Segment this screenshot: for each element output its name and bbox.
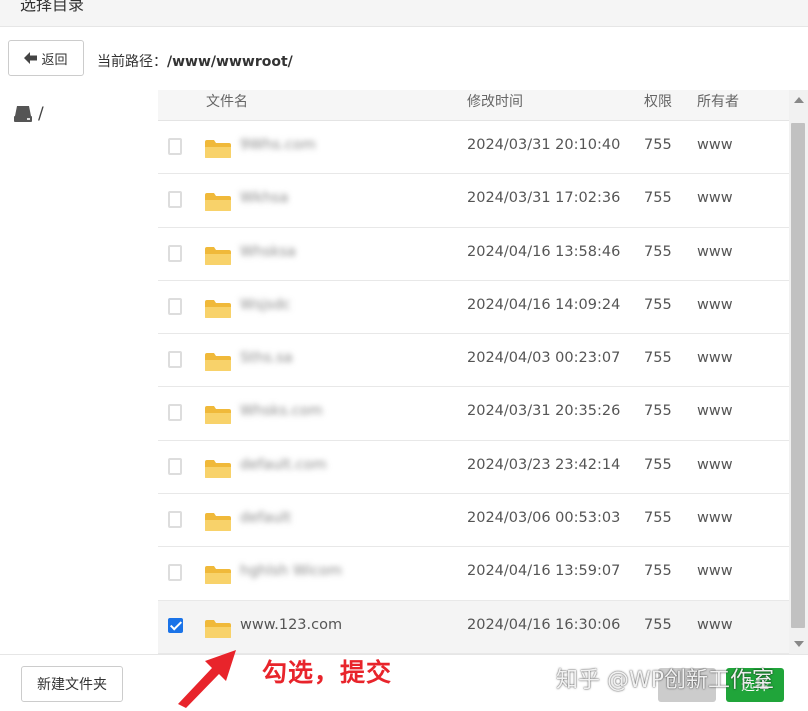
column-header-owner[interactable]: 所有者 [697,91,739,111]
folder-icon [205,193,231,212]
file-name[interactable]: Wkhsa [240,190,288,206]
table-row[interactable]: www.123.com 2024/04/16 16:30:06 755 www [158,600,790,654]
modified-time: 2024/03/23 23:42:14 [467,456,621,473]
directory-tree: / [0,90,158,654]
file-name[interactable]: hghlsh Wicom [240,563,342,579]
tree-root-item[interactable]: / [14,104,44,124]
folder-icon [205,566,231,585]
row-checkbox[interactable] [168,511,182,529]
permission: 755 [644,510,672,527]
modified-time: 2024/03/06 00:53:03 [467,510,621,527]
permission: 755 [644,456,672,473]
column-header-modified[interactable]: 修改时间 [467,91,523,111]
folder-icon [205,140,231,158]
modified-time: 2024/03/31 20:10:40 [467,137,621,153]
file-name[interactable]: Sths.sa [240,350,293,366]
file-name[interactable]: 9Whs.com [240,137,316,153]
owner: www [697,616,733,633]
row-checkbox[interactable] [168,297,182,315]
permission: 755 [644,403,672,420]
owner: www [697,190,733,207]
tree-root-label: / [38,104,44,124]
new-folder-button[interactable]: 新建文件夹 [21,666,123,702]
owner: www [697,456,733,473]
table-scrollbar[interactable] [789,90,808,654]
row-checkbox[interactable] [168,617,183,633]
folder-icon [205,406,231,425]
file-table: 文件名 修改时间 权限 所有者 9Whs.com 2024/03/31 20:10… [158,90,790,654]
modified-time: 2024/04/16 13:59:07 [467,563,621,580]
file-name[interactable]: www.123.com [240,617,342,633]
dialog-title: 选择目录 [20,0,85,14]
permission: 755 [644,563,672,580]
annotation-arrow-icon [178,650,236,708]
file-name[interactable]: Wsjsdc [240,297,291,313]
permission: 755 [644,350,672,367]
table-row[interactable]: hghlsh Wicom 2024/04/16 13:59:07 755 www [158,547,790,601]
row-checkbox[interactable] [168,244,182,262]
permission: 755 [644,296,672,313]
owner: www [697,510,733,527]
permission: 755 [644,243,672,260]
owner: www [697,350,733,367]
watermark-text: 知乎 @WP创新工作室 [556,668,775,693]
folder-icon [205,299,231,318]
file-name[interactable]: Whsksa [240,244,296,260]
scroll-down-arrow-icon[interactable] [794,641,804,647]
table-row[interactable]: 9Whs.com 2024/03/31 20:10:40 755 www [158,121,790,175]
back-button[interactable]: 返回 [8,40,84,76]
row-checkbox[interactable] [168,564,182,582]
row-checkbox[interactable] [168,191,182,209]
file-name[interactable]: default [240,510,291,526]
table-body: 9Whs.com 2024/03/31 20:10:40 755 www Wkhsa 20… [158,121,790,654]
modified-time: 2024/03/31 20:35:26 [467,403,621,420]
modified-time: 2024/04/16 14:09:24 [467,296,621,313]
file-name[interactable]: Whsks.com [240,403,323,419]
owner: www [697,403,733,420]
owner: www [697,296,733,313]
table-row[interactable]: Whsks.com 2024/03/31 20:35:26 755 www [158,387,790,441]
column-header-permission[interactable]: 权限 [644,91,672,111]
owner: www [697,243,733,260]
file-name[interactable]: default.com [240,457,327,473]
folder-icon [205,353,231,372]
drive-icon [14,106,32,122]
dialog-titlebar: 选择目录 [0,0,808,27]
folder-icon [205,246,231,265]
column-header-name[interactable]: 文件名 [206,91,248,111]
modified-time: 2024/04/16 16:30:06 [467,616,621,633]
modified-time: 2024/04/16 13:58:46 [467,243,621,260]
modified-time: 2024/03/31 17:02:36 [467,190,621,207]
back-arrow-icon [24,52,38,64]
table-row[interactable]: default.com 2024/03/23 23:42:14 755 www [158,440,790,495]
table-row[interactable]: Wkhsa 2024/03/31 17:02:36 755 www [158,174,790,228]
folder-icon [205,513,231,532]
scrollbar-thumb[interactable] [791,123,805,628]
path-bar: 返回 当前路径：/www/wwwroot/ [0,28,808,90]
table-header: 文件名 修改时间 权限 所有者 [158,90,790,121]
owner: www [697,137,733,153]
back-button-label: 返回 [41,52,68,68]
row-checkbox[interactable] [168,404,182,422]
scroll-up-arrow-icon[interactable] [794,97,804,103]
row-checkbox[interactable] [168,351,182,369]
current-path-prefix: 当前路径： [97,54,167,70]
table-row[interactable]: Whsksa 2024/04/16 13:58:46 755 www [158,227,790,281]
table-row[interactable]: default 2024/03/06 00:53:03 755 www [158,494,790,548]
permission: 755 [644,190,672,207]
annotation-text: 勾选，提交 [262,658,393,687]
current-path-value: /www/wwwroot/ [167,54,293,70]
permission: 755 [644,137,672,153]
table-row[interactable]: Sths.sa 2024/04/03 00:23:07 755 www [158,334,790,388]
select-directory-dialog: 选择目录 返回 当前路径：/www/wwwroot/ / 文件名 修改时间 权限 [0,0,808,711]
table-row[interactable]: Wsjsdc 2024/04/16 14:09:24 755 www [158,280,790,335]
owner: www [697,563,733,580]
folder-icon [205,459,231,478]
row-checkbox[interactable] [168,138,182,155]
row-checkbox[interactable] [168,457,182,475]
folder-icon [205,619,231,638]
modified-time: 2024/04/03 00:23:07 [467,350,621,367]
permission: 755 [644,616,672,633]
current-path: 当前路径：/www/wwwroot/ [97,51,293,71]
